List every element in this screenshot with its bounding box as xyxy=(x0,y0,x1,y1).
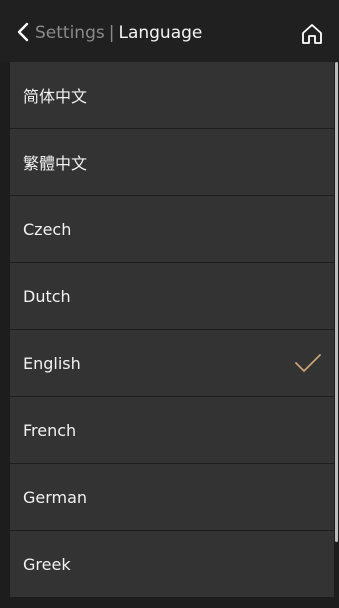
page-title: Language xyxy=(118,23,203,43)
language-item-traditional-chinese[interactable]: 繁體中文 xyxy=(10,129,334,195)
language-label: Czech xyxy=(23,219,72,239)
language-item-simplified-chinese[interactable]: 简体中文 xyxy=(10,62,334,128)
language-item-dutch[interactable]: Dutch xyxy=(10,263,334,329)
back-button[interactable] xyxy=(14,21,32,43)
language-label: German xyxy=(23,487,88,507)
language-list: 简体中文 繁體中文 Czech Dutch English French Ger… xyxy=(10,62,334,608)
scrollbar-thumb[interactable] xyxy=(335,62,338,542)
scrollbar[interactable] xyxy=(335,62,339,608)
language-item-greek[interactable]: Greek xyxy=(10,531,334,597)
breadcrumb: Settings | Language xyxy=(35,22,202,44)
language-label: Greek xyxy=(23,554,71,574)
chevron-left-icon xyxy=(17,22,29,42)
language-settings-screen: Settings | Language 简体中文 繁體中文 Czech Dutch … xyxy=(0,0,339,608)
check-icon xyxy=(295,354,321,372)
language-label: English xyxy=(23,353,81,373)
language-item-english[interactable]: English xyxy=(10,330,334,396)
breadcrumb-separator: | xyxy=(108,23,115,43)
home-button[interactable] xyxy=(300,22,324,46)
home-icon xyxy=(302,24,322,44)
language-label: 简体中文 xyxy=(23,87,88,106)
language-item-french[interactable]: French xyxy=(10,397,334,463)
language-item-german[interactable]: German xyxy=(10,464,334,530)
language-label: Dutch xyxy=(23,286,71,306)
language-item-czech[interactable]: Czech xyxy=(10,196,334,262)
breadcrumb-settings[interactable]: Settings xyxy=(35,23,105,43)
language-label: 繁體中文 xyxy=(23,154,88,173)
language-label: French xyxy=(23,420,77,440)
header-bar: Settings | Language xyxy=(0,0,339,62)
